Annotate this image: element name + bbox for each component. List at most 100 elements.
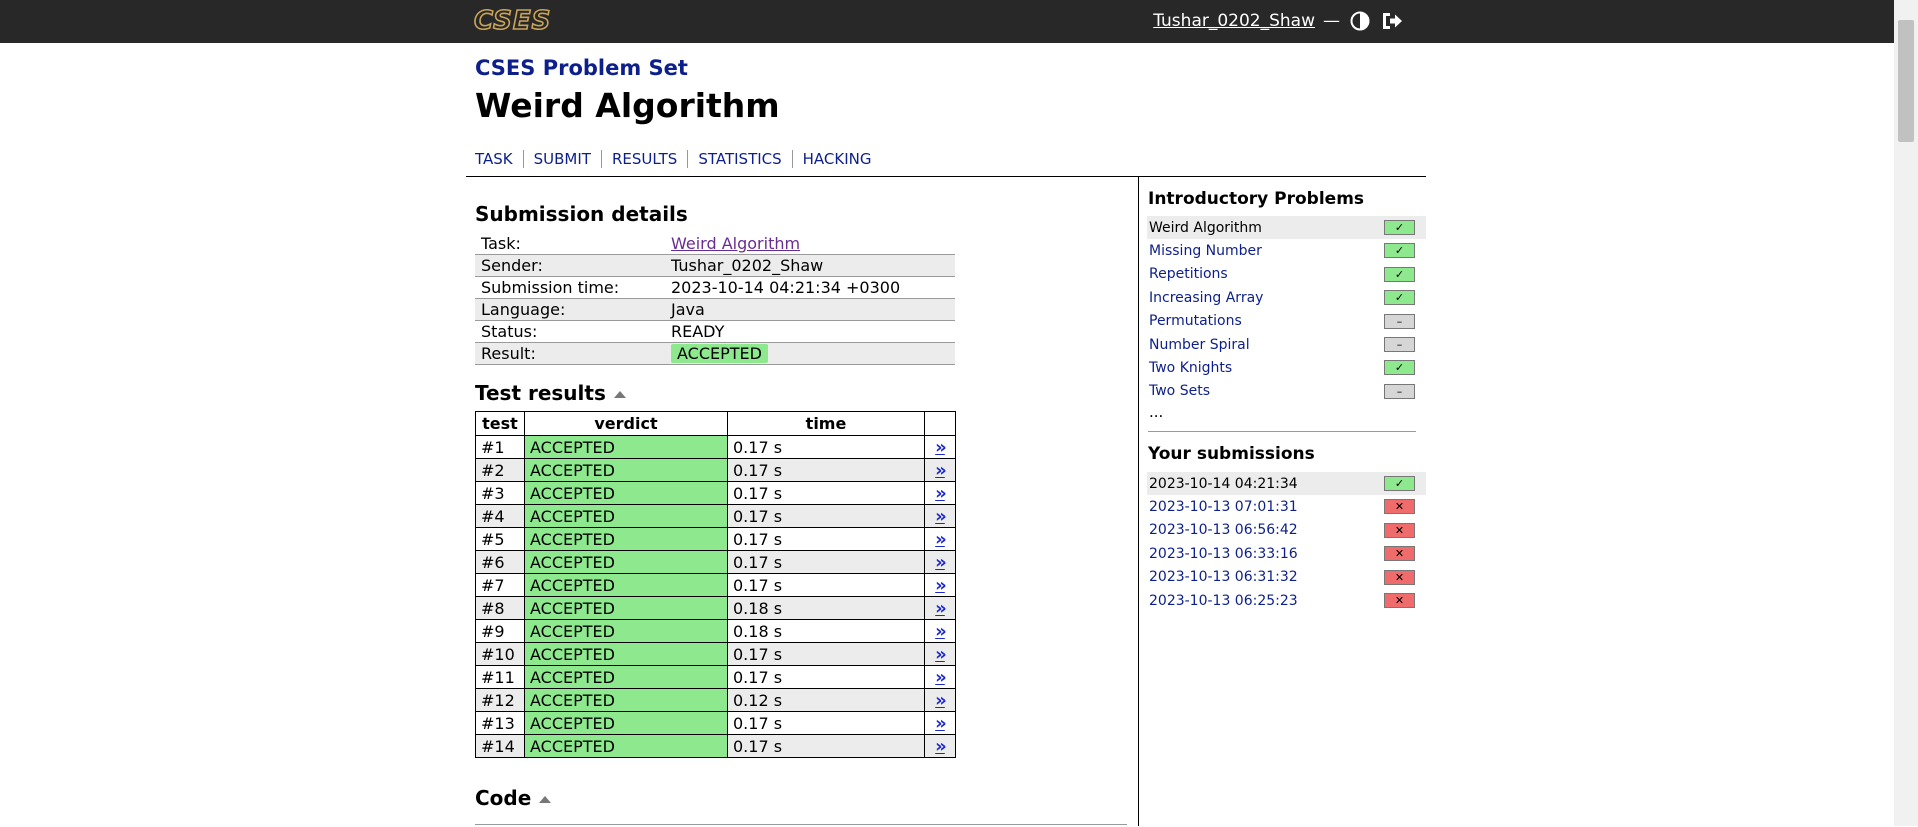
top-bar: CSES Tushar_0202_Shaw — (0, 0, 1918, 43)
collapse-arrow-icon[interactable] (539, 796, 552, 803)
tab-statistics[interactable]: STATISTICS (687, 150, 791, 168)
test-id: #14 (475, 734, 525, 758)
problem-name[interactable]: Increasing Array (1147, 290, 1263, 306)
submission-item[interactable]: 2023-10-13 06:25:23 ✕ (1147, 589, 1426, 612)
submission-time[interactable]: 2023-10-13 06:33:16 (1147, 546, 1298, 562)
problem-item[interactable]: Missing Number ✓ (1147, 239, 1426, 262)
time-cell: 0.17 s (727, 642, 925, 666)
tab-results[interactable]: RESULTS (600, 150, 687, 168)
view-test-button[interactable]: » (935, 736, 947, 757)
table-row: #6 ACCEPTED 0.17 s » (475, 550, 956, 574)
detail-row: Language: Java (475, 298, 955, 321)
tab-submit[interactable]: SUBMIT (522, 150, 601, 168)
table-row: #9 ACCEPTED 0.18 s » (475, 619, 956, 643)
task-link[interactable]: Weird Algorithm (671, 234, 800, 253)
problem-name[interactable]: Number Spiral (1147, 337, 1250, 353)
tab-task[interactable]: TASK (475, 150, 523, 168)
table-row: #3 ACCEPTED 0.17 s » (475, 481, 956, 505)
submission-item[interactable]: 2023-10-14 04:21:34 ✓ (1147, 472, 1426, 496)
view-test-button[interactable]: » (935, 552, 947, 573)
view-test-button[interactable]: » (935, 621, 947, 642)
verdict-cell: ACCEPTED (524, 458, 728, 482)
problem-item[interactable]: Increasing Array ✓ (1147, 286, 1426, 309)
problem-item[interactable]: Two Sets – (1147, 380, 1426, 403)
view-test-button[interactable]: » (935, 690, 947, 711)
scrollbar-thumb[interactable] (1898, 20, 1914, 142)
test-link-cell: » (924, 665, 956, 689)
detail-row: Result: ACCEPTED (475, 342, 955, 365)
time-cell: 0.17 s (727, 458, 925, 482)
time-cell: 0.12 s (727, 688, 925, 712)
view-test-button[interactable]: » (935, 598, 947, 619)
time-cell: 0.17 s (727, 481, 925, 505)
submission-time[interactable]: 2023-10-13 06:25:23 (1147, 593, 1298, 609)
cross-icon: ✕ (1384, 592, 1415, 608)
page-scrollbar[interactable] (1894, 0, 1918, 826)
tab-hacking[interactable]: HACKING (791, 150, 882, 168)
test-id: #5 (475, 527, 525, 551)
problem-item[interactable]: Repetitions ✓ (1147, 263, 1426, 286)
contrast-icon[interactable] (1348, 9, 1372, 33)
submission-time[interactable]: 2023-10-13 07:01:31 (1147, 499, 1298, 515)
time-cell: 0.17 s (727, 734, 925, 758)
view-test-button[interactable]: » (935, 460, 947, 481)
view-test-button[interactable]: » (935, 667, 947, 688)
col-test: test (475, 411, 525, 436)
view-test-button[interactable]: » (935, 506, 947, 527)
problem-name[interactable]: Missing Number (1147, 243, 1262, 259)
cross-icon: ✕ (1384, 569, 1415, 585)
col-verdict: verdict (524, 411, 728, 436)
result-badge: ACCEPTED (671, 344, 768, 363)
view-test-button[interactable]: » (935, 575, 947, 596)
results-body: #1 ACCEPTED 0.17 s» #2 ACCEPTED 0.17 s» #3 ACCE… (475, 435, 956, 758)
problem-name[interactable]: Repetitions (1147, 266, 1228, 282)
problem-item[interactable]: Weird Algorithm ✓ (1147, 216, 1426, 240)
logo-mark: CSES (474, 6, 551, 34)
time-cell: 0.17 s (727, 711, 925, 735)
dash-icon: – (1384, 383, 1415, 399)
table-row: #11 ACCEPTED 0.17 s » (475, 665, 956, 689)
problem-item[interactable]: Two Knights ✓ (1147, 356, 1426, 379)
test-id: #6 (475, 550, 525, 574)
problem-list: Weird Algorithm ✓ Missing Number ✓ Repetitio… (1147, 216, 1426, 403)
submission-item[interactable]: 2023-10-13 06:31:32 ✕ (1147, 566, 1426, 589)
time-cell: 0.17 s (727, 435, 925, 459)
submission-item[interactable]: 2023-10-13 06:33:16 ✕ (1147, 542, 1426, 565)
problem-name[interactable]: Two Sets (1147, 383, 1210, 399)
problem-item[interactable]: Permutations – (1147, 310, 1426, 333)
problem-name[interactable]: Permutations (1147, 313, 1242, 329)
verdict-cell: ACCEPTED (524, 642, 728, 666)
submission-time[interactable]: 2023-10-13 06:56:42 (1147, 522, 1298, 538)
test-id: #9 (475, 619, 525, 643)
code-heading[interactable]: Code (475, 786, 552, 810)
username-link[interactable]: Tushar_0202_Shaw (1153, 11, 1315, 31)
test-link-cell: » (924, 619, 956, 643)
detail-row: Submission time: 2023-10-14 04:21:34 +03… (475, 276, 955, 299)
header-divider (466, 176, 1426, 177)
detail-key: Language: (475, 298, 665, 321)
collapse-arrow-icon[interactable] (613, 391, 626, 398)
submission-item[interactable]: 2023-10-13 07:01:31 ✕ (1147, 495, 1426, 518)
view-test-button[interactable]: » (935, 713, 947, 734)
submission-item[interactable]: 2023-10-13 06:56:42 ✕ (1147, 519, 1426, 542)
submission-list: 2023-10-14 04:21:34 ✓ 2023-10-13 07:01:31 ✕… (1147, 472, 1426, 612)
view-test-button[interactable]: » (935, 483, 947, 504)
submission-time[interactable]: 2023-10-13 06:31:32 (1147, 569, 1298, 585)
problem-set-link[interactable]: CSES Problem Set (475, 56, 688, 80)
table-row: #2 ACCEPTED 0.17 s » (475, 458, 956, 482)
detail-value: Java (665, 298, 955, 321)
view-test-button[interactable]: » (935, 437, 947, 458)
time-cell: 0.18 s (727, 619, 925, 643)
view-test-button[interactable]: » (935, 529, 947, 550)
verdict-cell: ACCEPTED (524, 573, 728, 597)
detail-key: Result: (475, 342, 665, 365)
test-link-cell: » (924, 734, 956, 758)
test-results-heading[interactable]: Test results (475, 381, 626, 405)
table-row: #13 ACCEPTED 0.17 s » (475, 711, 956, 735)
view-test-button[interactable]: » (935, 644, 947, 665)
logout-icon[interactable] (1380, 9, 1404, 33)
cses-logo[interactable]: CSES (474, 6, 566, 34)
problem-name: Weird Algorithm (1149, 219, 1262, 236)
problem-name[interactable]: Two Knights (1147, 360, 1232, 376)
problem-item[interactable]: Number Spiral – (1147, 333, 1426, 356)
